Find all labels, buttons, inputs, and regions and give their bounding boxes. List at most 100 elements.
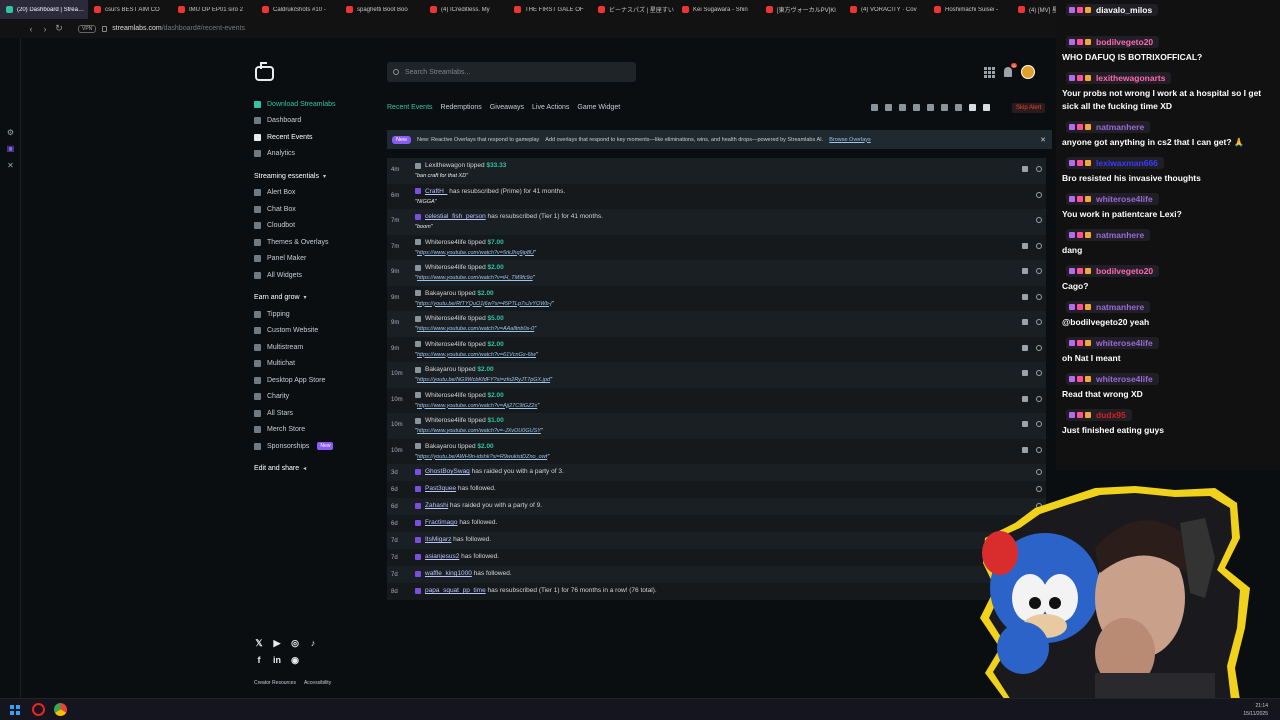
event-link[interactable]: https://www.youtube.com/watch?v=-JXvOU0G… bbox=[417, 428, 541, 434]
copy-icon[interactable] bbox=[1022, 446, 1028, 453]
chat-username[interactable]: whiterose4life bbox=[1096, 194, 1153, 204]
tab-redemptions[interactable]: Redemptions bbox=[441, 104, 482, 111]
instagram-icon[interactable]: ◎ bbox=[290, 638, 300, 648]
event-username[interactable]: Zahashi bbox=[425, 502, 448, 509]
streamlabs-logo-icon[interactable] bbox=[255, 62, 274, 81]
tab-recent-events[interactable]: Recent Events bbox=[387, 104, 433, 111]
popout-icon[interactable] bbox=[983, 104, 990, 111]
nav-item-panel-maker[interactable]: Panel Maker bbox=[254, 251, 374, 268]
nav-recent-events[interactable]: Recent Events bbox=[254, 129, 374, 146]
skip-alert-button[interactable]: Skip Alert bbox=[1012, 103, 1046, 113]
replay-icon[interactable] bbox=[1036, 395, 1042, 402]
replay-icon[interactable] bbox=[1036, 191, 1042, 198]
nav-item-custom-website[interactable]: Custom Website bbox=[254, 323, 374, 340]
chrome-icon[interactable] bbox=[54, 703, 67, 716]
event-link[interactable]: https://youtu.be/AWH9n-idshk?si=R9wukist… bbox=[417, 454, 547, 460]
event-link[interactable]: https://youtu.be/RfTYQuO1j6w?si=45PTLp7s… bbox=[417, 301, 552, 307]
browser-tab[interactable]: CaldrukiShots #10 - bbox=[256, 0, 340, 19]
event-username[interactable]: Whiterose4life bbox=[425, 341, 466, 348]
apps-grid-icon[interactable] bbox=[984, 66, 995, 78]
event-link[interactable]: https://www.youtube.com/watch?v=5rkJhq9i… bbox=[417, 250, 534, 256]
twitch-icon[interactable]: ▣ bbox=[6, 144, 15, 153]
nav-item-merch-store[interactable]: Merch Store bbox=[254, 422, 374, 439]
avatar[interactable] bbox=[1021, 65, 1035, 79]
nav-item-charity[interactable]: Charity bbox=[254, 389, 374, 406]
facebook-icon[interactable]: f bbox=[254, 655, 264, 665]
creator-resources-link[interactable]: Creator Resources bbox=[254, 680, 296, 686]
chat-username[interactable]: dudx95 bbox=[1096, 410, 1126, 420]
copy-icon[interactable] bbox=[1022, 268, 1028, 274]
back-icon[interactable]: ‹ bbox=[24, 24, 38, 34]
windows-start-icon[interactable] bbox=[10, 705, 20, 715]
copy-icon[interactable] bbox=[1022, 421, 1028, 427]
event-username[interactable]: GhostBoySwag bbox=[425, 468, 470, 475]
nav-item-alert-box[interactable]: Alert Box bbox=[254, 185, 374, 202]
lock-icon[interactable] bbox=[102, 25, 108, 32]
linkedin-icon[interactable]: in bbox=[272, 655, 282, 665]
event-username[interactable]: Bakayarou bbox=[425, 443, 456, 450]
search-input[interactable]: Search Streamlabs... bbox=[387, 62, 636, 82]
nav-item-all-stars[interactable]: All Stars bbox=[254, 405, 374, 422]
event-link[interactable]: https://www.youtube.com/watch?v=Ajj27C9t… bbox=[417, 403, 537, 409]
youtube-icon[interactable]: ▶ bbox=[272, 638, 282, 648]
event-username[interactable]: celestial_fish_person bbox=[425, 213, 486, 220]
event-link[interactable]: https://www.youtube.com/watch?v=AAalltnb… bbox=[417, 326, 534, 332]
browser-tab[interactable]: Kei Sugawara - Shin bbox=[676, 0, 760, 19]
nav-item-multistream[interactable]: Multistream bbox=[254, 339, 374, 356]
nav-item-themes-overlays[interactable]: Themes & Overlays bbox=[254, 234, 374, 251]
chat-username[interactable]: diavalo_milos bbox=[1096, 5, 1152, 15]
event-username[interactable]: CraftH_ bbox=[425, 188, 447, 195]
replay-icon[interactable] bbox=[1036, 268, 1042, 274]
copy-icon[interactable] bbox=[1022, 166, 1028, 172]
reload-icon[interactable]: ↻ bbox=[52, 23, 66, 34]
event-username[interactable]: Past3quee bbox=[425, 485, 456, 492]
replay-icon[interactable] bbox=[1036, 370, 1042, 376]
browser-tab[interactable]: ビーナスパズ | 星座すい bbox=[592, 0, 676, 19]
filter-icon[interactable] bbox=[899, 104, 906, 111]
x-twitter-icon[interactable]: 𝕏 bbox=[254, 638, 264, 648]
copy-icon[interactable] bbox=[1022, 242, 1028, 249]
browser-tab[interactable]: (20) Dashboard | Streamlabs bbox=[0, 0, 88, 19]
layout-icon[interactable] bbox=[969, 104, 976, 111]
chat-username[interactable]: lexithewagonarts bbox=[1096, 73, 1165, 83]
nav-item-cloudbot[interactable]: Cloudbot bbox=[254, 218, 374, 235]
event-link[interactable]: https://www.youtube.com/watch?v=iH_TM9fc… bbox=[417, 275, 533, 281]
nav-item-sponsorships[interactable]: Sponsorships New bbox=[254, 438, 374, 455]
browser-tab[interactable]: THE FIRST GALE OF bbox=[508, 0, 592, 19]
settings-icon[interactable]: ⚙ bbox=[6, 128, 15, 137]
browse-overlays-link[interactable]: Browse Overlays bbox=[829, 137, 871, 143]
system-clock[interactable]: 21:14 15/11/2025 bbox=[1243, 702, 1268, 718]
nav-analytics[interactable]: Analytics bbox=[254, 146, 374, 163]
browser-tab[interactable]: (4) ICreditless. My bbox=[424, 0, 508, 19]
x-icon[interactable]: ✕ bbox=[6, 161, 15, 170]
event-link[interactable]: https://www.youtube.com/watch?v=61VcnGx-… bbox=[417, 352, 536, 358]
event-username[interactable]: Whiterose4life bbox=[425, 315, 466, 322]
replay-icon[interactable] bbox=[1036, 242, 1042, 249]
replay-icon[interactable] bbox=[1036, 293, 1042, 300]
replay-icon[interactable] bbox=[1036, 319, 1042, 325]
chat-username[interactable]: whiterose4life bbox=[1096, 374, 1153, 384]
browser-tab[interactable]: Hoshimachi Suisei - bbox=[928, 0, 1012, 19]
replay-icon[interactable] bbox=[1036, 166, 1042, 172]
event-username[interactable]: Whiterose4life bbox=[425, 239, 466, 246]
chat-username[interactable]: natmanhere bbox=[1096, 230, 1144, 240]
browser-tab[interactable]: (4) VORACITY · Cov bbox=[844, 0, 928, 19]
replay-icon[interactable] bbox=[1036, 469, 1042, 475]
event-username[interactable]: Lexithewagon bbox=[425, 162, 465, 169]
tab-game-widget[interactable]: Game Widget bbox=[577, 104, 620, 111]
chevron-down-icon[interactable] bbox=[885, 104, 892, 111]
event-username[interactable]: Bakayarou bbox=[425, 290, 456, 297]
replay-icon[interactable] bbox=[1036, 344, 1042, 351]
replay-icon[interactable] bbox=[1036, 421, 1042, 427]
volume-icon[interactable] bbox=[941, 104, 948, 111]
chat-username[interactable]: bodilvegeto20 bbox=[1096, 266, 1153, 276]
tab-giveaways[interactable]: Giveaways bbox=[490, 104, 524, 111]
nav-item-desktop-app-store[interactable]: Desktop App Store bbox=[254, 372, 374, 389]
close-icon[interactable]: ✕ bbox=[1040, 136, 1046, 144]
section-earn-and-grow[interactable]: Earn and grow ▾ bbox=[254, 290, 374, 307]
event-username[interactable]: Fractimago bbox=[425, 519, 458, 526]
browser-tab[interactable]: spaghetti Boot Boo bbox=[340, 0, 424, 19]
notification-bell-icon[interactable]: 11 bbox=[1004, 63, 1017, 77]
opera-icon[interactable] bbox=[32, 703, 45, 716]
copy-icon[interactable] bbox=[1022, 293, 1028, 300]
